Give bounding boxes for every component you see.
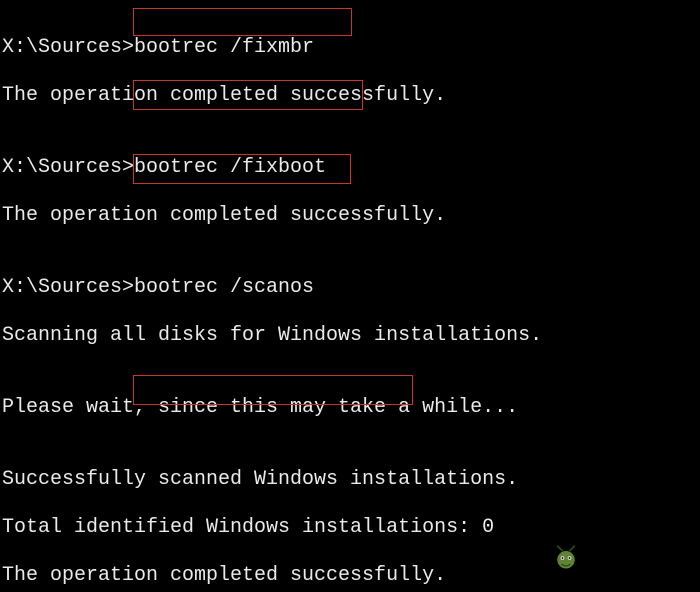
output-line: Please wait, since this may take a while… xyxy=(2,396,698,420)
output-line: The operation completed successfully. xyxy=(2,84,698,108)
command-fixboot: bootrec /fixboot xyxy=(134,156,326,179)
prompt: X:\Sources> xyxy=(2,36,134,59)
prompt: X:\Sources> xyxy=(2,156,134,179)
output-line: Total identified Windows installations: … xyxy=(2,516,698,540)
prompt: X:\Sources> xyxy=(2,276,134,299)
output-line: Scanning all disks for Windows installat… xyxy=(2,324,698,348)
output-line: The operation completed successfully. xyxy=(2,564,698,588)
prompt-line[interactable]: X:\Sources>bootrec /fixmbr xyxy=(2,36,698,60)
prompt-line[interactable]: X:\Sources>bootrec /scanos xyxy=(2,276,698,300)
command-scanos: bootrec /scanos xyxy=(134,276,314,299)
output-line: Successfully scanned Windows installatio… xyxy=(2,468,698,492)
command-fixmbr: bootrec /fixmbr xyxy=(134,36,314,59)
output-line: The operation completed successfully. xyxy=(2,204,698,228)
terminal[interactable]: X:\Sources>bootrec /fixmbr The operation… xyxy=(2,12,698,592)
prompt-line[interactable]: X:\Sources>bootrec /fixboot xyxy=(2,156,698,180)
